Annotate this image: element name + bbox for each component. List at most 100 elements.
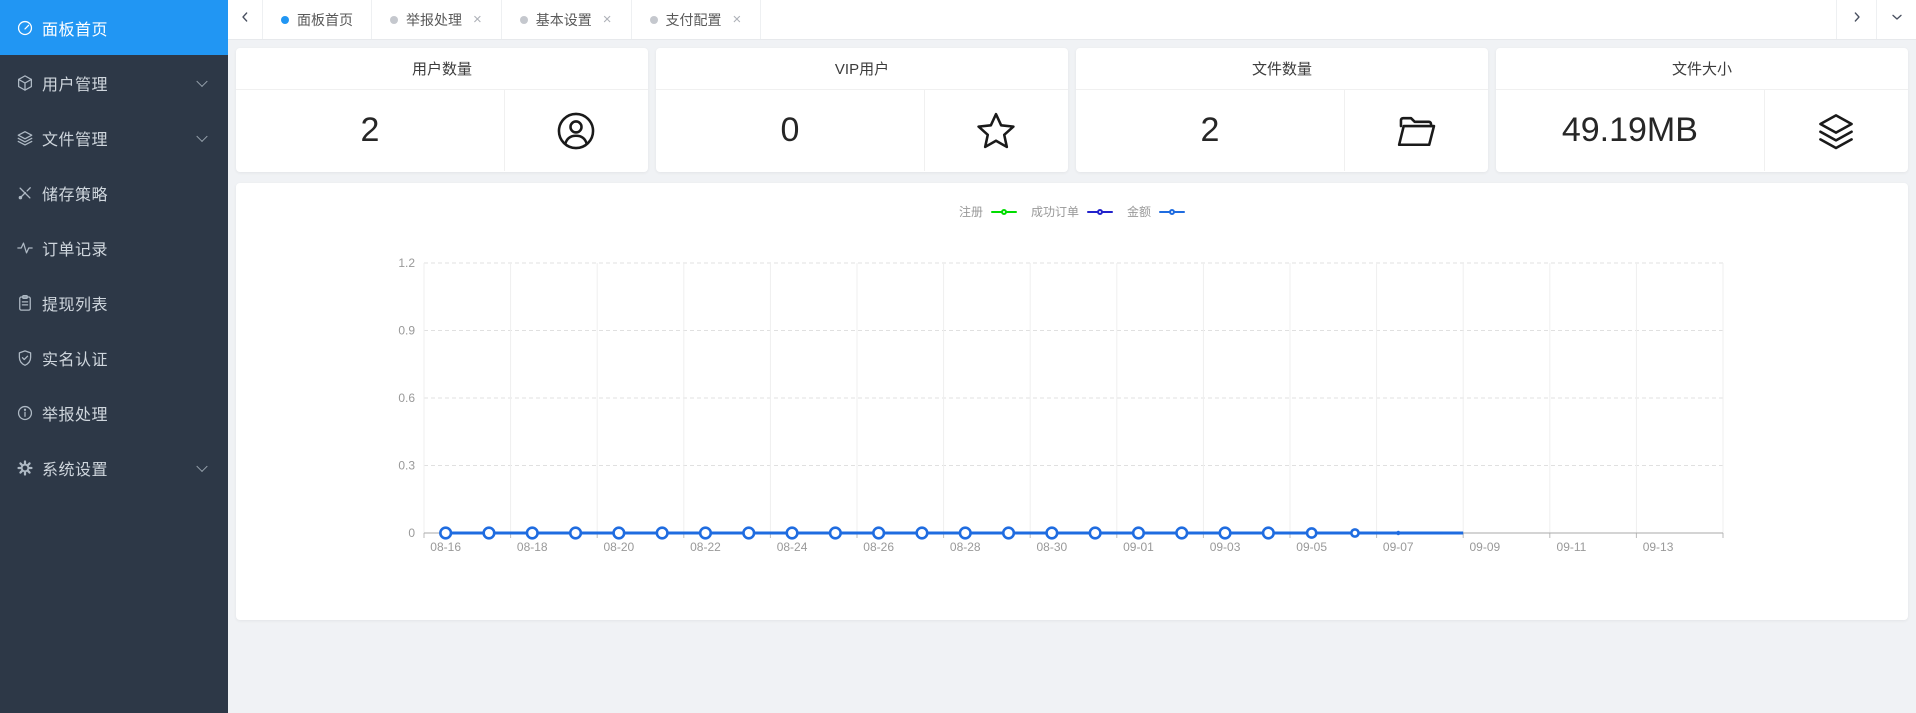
tabs-scroll-right-button[interactable] bbox=[1836, 0, 1876, 39]
shield-check-icon bbox=[16, 349, 34, 367]
chevron-right-icon bbox=[1849, 9, 1865, 30]
sidebar-item-label: 面板首页 bbox=[42, 16, 108, 40]
sidebar-item-label: 举报处理 bbox=[42, 401, 108, 425]
legend-label: 注册 bbox=[959, 203, 983, 220]
stat-card: 文件大小 49.19MB bbox=[1496, 48, 1908, 172]
sidebar-item-label: 实名认证 bbox=[42, 346, 108, 370]
tab-close-icon[interactable]: × bbox=[602, 12, 613, 27]
info-icon bbox=[16, 404, 34, 422]
chevron-down-icon bbox=[1889, 9, 1905, 30]
user-icon bbox=[554, 109, 598, 153]
svg-text:08-26: 08-26 bbox=[863, 540, 894, 554]
open-tabs: 面板首页 举报处理 × 基本设置 × 支付配置 × bbox=[263, 0, 761, 39]
stat-card-title: 文件数量 bbox=[1076, 48, 1488, 90]
gear-icon bbox=[16, 459, 34, 477]
svg-text:09-01: 09-01 bbox=[1123, 540, 1154, 554]
folder-icon bbox=[1394, 109, 1438, 153]
svg-text:09-13: 09-13 bbox=[1643, 540, 1674, 554]
tabbar-spacer bbox=[761, 0, 1836, 39]
svg-text:08-16: 08-16 bbox=[430, 540, 461, 554]
sidebar-item-label: 提现列表 bbox=[42, 291, 108, 315]
stack-icon bbox=[1814, 109, 1858, 153]
legend-line-marker-icon bbox=[1087, 207, 1113, 217]
svg-text:09-07: 09-07 bbox=[1383, 540, 1414, 554]
tab-status-dot-icon bbox=[520, 16, 528, 24]
stat-cards-row: 用户数量 2 VIP用户 0 文件数量 2 文件大小 49.19MB bbox=[236, 48, 1908, 172]
stat-card-title: 用户数量 bbox=[236, 48, 648, 90]
tabs-menu-button[interactable] bbox=[1876, 0, 1916, 39]
sidebar-item-label: 用户管理 bbox=[42, 71, 108, 95]
svg-text:09-05: 09-05 bbox=[1296, 540, 1327, 554]
sidebar-item-7[interactable]: 举报处理 bbox=[0, 385, 228, 440]
tab-label: 面板首页 bbox=[297, 10, 353, 30]
tab-label: 支付配置 bbox=[666, 10, 722, 30]
chart-card: 注册 成功订单 金额 00.30.60.91.208-1608-1808-200… bbox=[236, 183, 1908, 620]
legend-line-marker-icon bbox=[991, 207, 1017, 217]
activity-icon bbox=[16, 239, 34, 257]
legend-item[interactable]: 注册 bbox=[959, 203, 1017, 220]
trend-chart[interactable]: 0 0.3 0.6 0.9 1.2 08-16 08-18 08-20 08-22 08-24 08… bbox=[236, 183, 1908, 620]
legend-item[interactable]: 成功订单 bbox=[1031, 203, 1113, 220]
svg-text:08-30: 08-30 bbox=[1036, 540, 1067, 554]
stat-card-value: 2 bbox=[236, 90, 504, 171]
stat-card-title: 文件大小 bbox=[1496, 48, 1908, 90]
chevron-down-icon bbox=[196, 460, 207, 471]
svg-text:09-11: 09-11 bbox=[1557, 540, 1587, 554]
tools-icon bbox=[16, 184, 34, 202]
tab-status-dot-icon bbox=[390, 16, 398, 24]
sidebar-item-4[interactable]: 订单记录 bbox=[0, 220, 228, 275]
sidebar: 面板首页 用户管理 文件管理 储存策略 订单记录 提现列表 实名认证 举报处理 … bbox=[0, 0, 228, 713]
stat-card-value: 49.19MB bbox=[1496, 90, 1764, 171]
dashboard-icon bbox=[16, 19, 34, 37]
chevron-down-icon bbox=[196, 75, 207, 86]
svg-text:0.6: 0.6 bbox=[398, 391, 415, 405]
sidebar-item-2[interactable]: 文件管理 bbox=[0, 110, 228, 165]
svg-text:0.3: 0.3 bbox=[398, 459, 415, 473]
tabs-scroll-left-button[interactable] bbox=[228, 0, 263, 39]
chevron-down-icon bbox=[196, 130, 207, 141]
tab-bar: 面板首页 举报处理 × 基本设置 × 支付配置 × bbox=[228, 0, 1916, 40]
stat-card-title: VIP用户 bbox=[656, 48, 1068, 90]
tab[interactable]: 面板首页 bbox=[263, 0, 372, 39]
sidebar-item-0[interactable]: 面板首页 bbox=[0, 0, 228, 55]
tab-close-icon[interactable]: × bbox=[472, 12, 483, 27]
sidebar-item-label: 系统设置 bbox=[42, 456, 108, 480]
svg-text:08-24: 08-24 bbox=[777, 540, 808, 554]
layers-icon bbox=[16, 129, 34, 147]
sidebar-item-label: 储存策略 bbox=[42, 181, 108, 205]
cube-icon bbox=[16, 74, 34, 92]
admin-dashboard: 面板首页 用户管理 文件管理 储存策略 订单记录 提现列表 实名认证 举报处理 … bbox=[0, 0, 1916, 713]
sidebar-item-6[interactable]: 实名认证 bbox=[0, 330, 228, 385]
legend-item[interactable]: 金额 bbox=[1127, 203, 1185, 220]
tab[interactable]: 举报处理 × bbox=[372, 0, 502, 39]
tab[interactable]: 基本设置 × bbox=[502, 0, 632, 39]
stat-card-value: 0 bbox=[656, 90, 924, 171]
svg-text:09-09: 09-09 bbox=[1469, 540, 1500, 554]
legend-label: 金额 bbox=[1127, 203, 1151, 220]
stat-card: 文件数量 2 bbox=[1076, 48, 1488, 172]
sidebar-item-label: 文件管理 bbox=[42, 126, 108, 150]
star-icon bbox=[974, 109, 1018, 153]
chevron-left-icon bbox=[237, 9, 253, 30]
sidebar-item-3[interactable]: 储存策略 bbox=[0, 165, 228, 220]
svg-text:0: 0 bbox=[408, 526, 415, 540]
tab-status-dot-icon bbox=[281, 16, 289, 24]
svg-text:0.9: 0.9 bbox=[398, 324, 415, 338]
sidebar-item-8[interactable]: 系统设置 bbox=[0, 440, 228, 495]
svg-text:09-03: 09-03 bbox=[1210, 540, 1241, 554]
sidebar-item-label: 订单记录 bbox=[42, 236, 108, 260]
tab[interactable]: 支付配置 × bbox=[632, 0, 762, 39]
svg-text:08-20: 08-20 bbox=[603, 540, 634, 554]
stat-card-value: 2 bbox=[1076, 90, 1344, 171]
tab-label: 举报处理 bbox=[406, 10, 462, 30]
tab-close-icon[interactable]: × bbox=[732, 12, 743, 27]
tab-status-dot-icon bbox=[650, 16, 658, 24]
tab-label: 基本设置 bbox=[536, 10, 592, 30]
legend-line-marker-icon bbox=[1159, 207, 1185, 217]
svg-text:1.2: 1.2 bbox=[398, 256, 415, 270]
sidebar-item-5[interactable]: 提现列表 bbox=[0, 275, 228, 330]
svg-text:08-18: 08-18 bbox=[517, 540, 548, 554]
chart-legend: 注册 成功订单 金额 bbox=[236, 203, 1908, 220]
svg-text:08-22: 08-22 bbox=[690, 540, 721, 554]
sidebar-item-1[interactable]: 用户管理 bbox=[0, 55, 228, 110]
